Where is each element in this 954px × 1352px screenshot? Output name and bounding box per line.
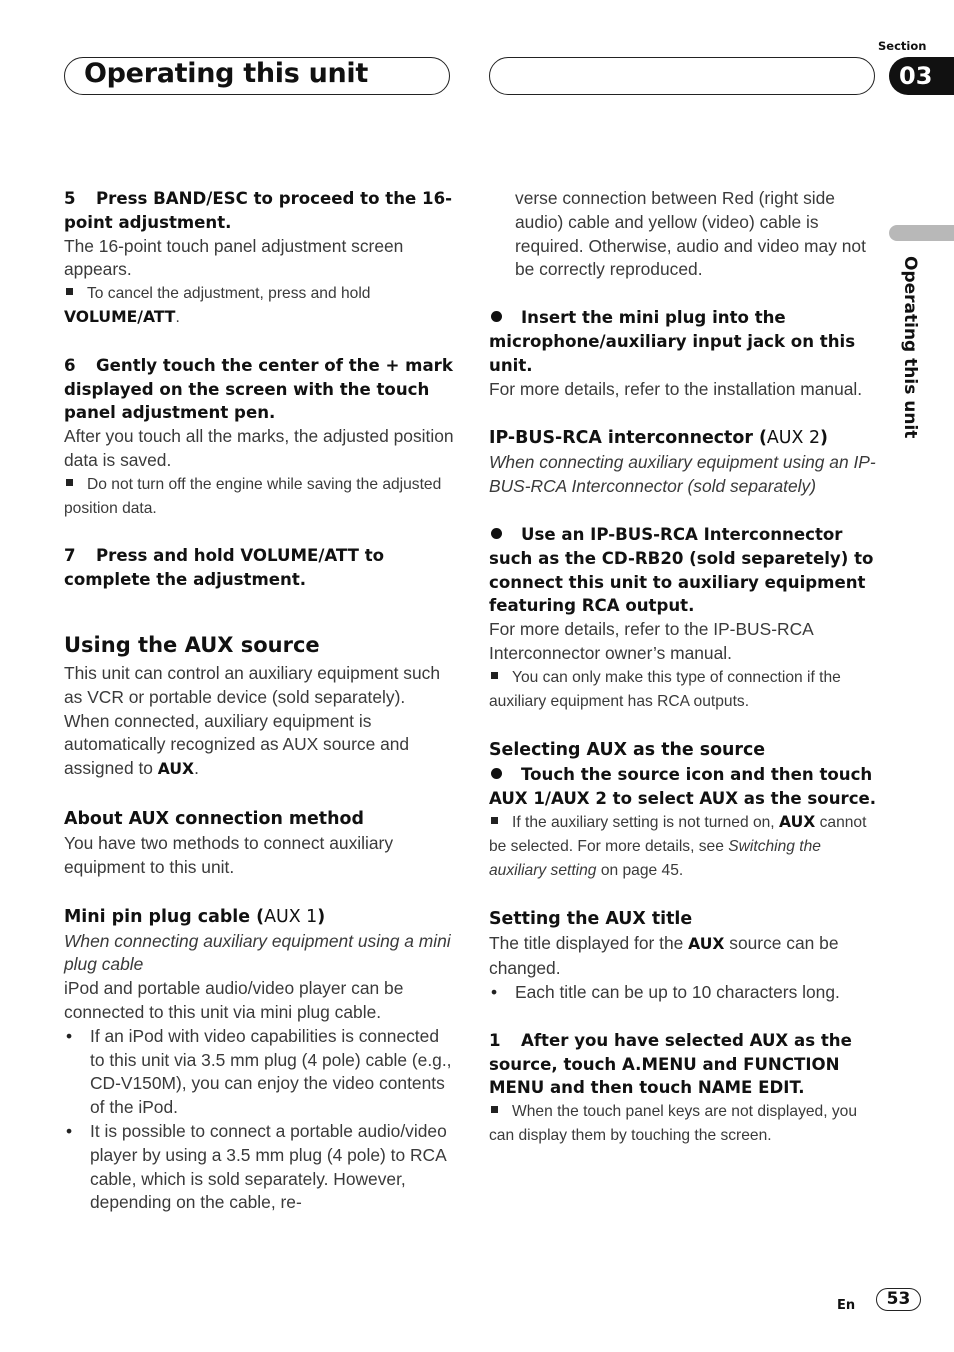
connection-method-heading: About AUX connection method [64, 808, 364, 829]
aux-title-body: The title displayed for the AUX source c… [489, 933, 839, 979]
step-6: 6 Gently touch the center of the + mark d… [64, 355, 453, 423]
square-bullet-icon [66, 288, 73, 296]
ipbus-body: For more details, refer to the IP-BUS-RC… [489, 619, 813, 663]
right-column: verse connection between Red (right side… [489, 187, 879, 1148]
section-number-badge: 03 [889, 57, 954, 95]
aux-source-heading: Using the AUX source [64, 632, 320, 657]
left-column: 5 Press BAND/ESC to proceed to the 16-poi… [64, 187, 454, 1215]
aux-title-heading: Setting the AUX title [489, 909, 693, 930]
step-5: 5 Press BAND/ESC to proceed to the 16-poi… [64, 189, 453, 232]
round-bullet-icon [491, 311, 502, 323]
step-1-note: When the touch panel keys are not displa… [489, 1103, 858, 1144]
side-tab-marker [889, 225, 954, 241]
step-6-note: Do not turn off the engine while saving … [64, 475, 442, 517]
list-item: It is possible to connect a portable aud… [64, 1120, 454, 1215]
ipbus-heading: IP-BUS-RCA interconnector (AUX 2) [489, 428, 828, 449]
section-label: Section [878, 39, 927, 53]
connection-method-body: You have two methods to connect auxiliar… [64, 832, 394, 877]
step-1: 1 After you have selected AUX as the sour… [489, 1030, 852, 1098]
list-item: Each title can be up to 10 characters lo… [489, 981, 879, 1005]
language-label: En [837, 1298, 856, 1313]
ipbus-note: You can only make this type of connectio… [489, 668, 841, 710]
page-number: 53 [876, 1288, 921, 1311]
page-title: Operating this unit [84, 58, 368, 89]
round-bullet-icon [491, 768, 502, 780]
square-bullet-icon [491, 1106, 498, 1114]
step-6-body: After you touch all the marks, the adjus… [64, 426, 454, 470]
mini-plug-bullets: If an iPod with video capabilities is co… [64, 1025, 454, 1215]
select-aux-heading: Selecting AUX as the source [489, 740, 766, 761]
mini-plug-heading: Mini pin plug cable (AUX 1) [64, 906, 326, 927]
insert-plug-step: Insert the mini plug into the microphone… [489, 308, 856, 375]
aux-source-body: This unit can control an auxiliary equip… [64, 662, 441, 779]
mini-plug-body: iPod and portable audio/video player can… [64, 978, 404, 1022]
square-bullet-icon [491, 816, 498, 824]
step-5-body: The 16-point touch panel adjustment scre… [64, 235, 404, 280]
ipbus-step: Use an IP-BUS-RCA Interconnector such as… [489, 524, 874, 616]
step-5-note: To cancel the adjustment, press and hold… [64, 285, 371, 326]
mini-plug-subtitle: When connecting auxiliary equipment usin… [64, 930, 451, 975]
select-aux-note: If the auxiliary setting is not turned o… [489, 812, 867, 879]
header-blank-frame [489, 57, 875, 95]
aux-title-bullets: Each title can be up to 10 characters lo… [489, 981, 879, 1005]
select-aux-step: Touch the source icon and then touch AUX… [489, 765, 877, 809]
square-bullet-icon [491, 671, 498, 679]
ipbus-subtitle: When connecting auxiliary equipment usin… [489, 452, 876, 497]
square-bullet-icon [66, 478, 73, 486]
step-7: 7 Press and hold VOLUME/ATT to complete t… [64, 546, 385, 590]
round-bullet-icon [491, 527, 502, 539]
insert-plug-body: For more details, refer to the installat… [489, 378, 863, 399]
side-tab-label: Operating this unit [900, 256, 920, 439]
list-item: If an iPod with video capabilities is co… [64, 1025, 454, 1120]
continued-bullet-text: verse connection between Red (right side… [515, 188, 866, 280]
